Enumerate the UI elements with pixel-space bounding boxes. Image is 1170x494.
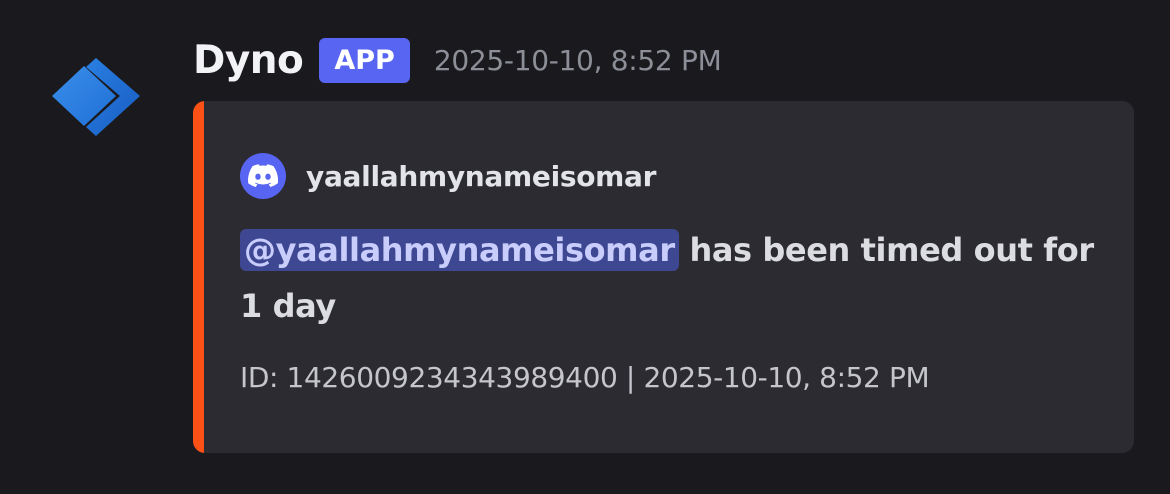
app-badge: APP: [319, 37, 410, 83]
embed-description: @yaallahmynameisomar has been timed out …: [240, 222, 1100, 334]
embed-footer: ID: 1426009234343989400 | 2025-10-10, 8:…: [240, 361, 930, 394]
user-mention[interactable]: @yaallahmynameisomar: [240, 229, 679, 271]
embed-author-name: yaallahmynameisomar: [306, 159, 657, 193]
author-name[interactable]: Dyno: [193, 38, 304, 83]
discord-icon: [240, 153, 286, 199]
message-timestamp[interactable]: 2025-10-10, 8:52 PM: [434, 44, 722, 77]
dyno-logo-icon[interactable]: [44, 52, 148, 142]
message-header: Dyno APP 2025-10-10, 8:52 PM: [193, 30, 722, 90]
embed-card: yaallahmynameisomar @yaallahmynameisomar…: [193, 101, 1134, 453]
chat-message: Dyno APP 2025-10-10, 8:52 PM yaallahmyna…: [0, 0, 1170, 494]
embed-author: yaallahmynameisomar: [240, 153, 656, 199]
embed-accent-bar: [193, 101, 204, 453]
